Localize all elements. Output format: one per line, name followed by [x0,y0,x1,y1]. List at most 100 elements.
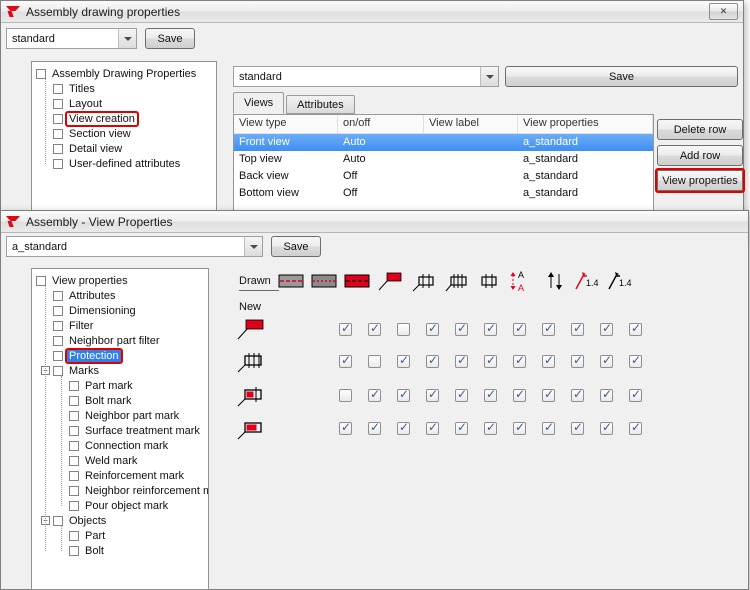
tree-item-neighbor-reinforcement-mark[interactable]: Neighbor reinforcement ma [36,483,208,498]
matrix-checkbox[interactable] [542,420,555,435]
collapse-icon[interactable]: − [41,366,50,375]
tree-checkbox[interactable] [53,515,63,526]
tree-checkbox[interactable] [69,410,79,421]
tree-item-connection-mark[interactable]: Connection mark [36,438,208,453]
matrix-checkbox[interactable] [629,387,642,402]
tree-checkbox[interactable] [69,395,79,406]
tab-attributes[interactable]: Attributes [286,95,355,114]
tree-checkbox[interactable] [69,545,79,556]
view-preset-combobox[interactable]: a_standard [6,236,263,257]
tab-views[interactable]: Views [233,92,285,114]
tree-checkbox[interactable] [69,500,79,511]
tree-checkbox[interactable] [53,305,63,316]
tree-item-bolt-mark[interactable]: Bolt mark [36,393,208,408]
tree-checkbox[interactable] [53,320,63,331]
tree-item-root[interactable]: View properties [36,273,208,288]
matrix-checkbox[interactable] [339,420,352,435]
tree-item-view-creation[interactable]: View creation [36,110,216,127]
matrix-checkbox[interactable] [339,353,352,368]
views-save-button[interactable]: Save [505,66,738,87]
matrix-checkbox[interactable] [426,353,439,368]
matrix-checkbox[interactable] [339,388,352,402]
matrix-checkbox[interactable] [513,387,526,402]
matrix-checkbox[interactable] [600,420,613,435]
matrix-checkbox[interactable] [484,420,497,435]
matrix-checkbox[interactable] [571,353,584,368]
matrix-checkbox[interactable] [600,387,613,402]
tree-checkbox[interactable] [53,350,63,361]
matrix-checkbox[interactable] [426,387,439,402]
table-row-bottom-view[interactable]: Bottom view Off a_standard [234,185,653,202]
matrix-checkbox[interactable] [571,420,584,435]
chevron-down-icon[interactable] [118,29,136,48]
tree-checkbox[interactable] [53,143,63,154]
tree-checkbox[interactable] [69,380,79,391]
matrix-checkbox[interactable] [571,387,584,402]
tree-item-titles[interactable]: Titles [36,81,216,96]
tree-checkbox[interactable] [69,530,79,541]
matrix-checkbox[interactable] [339,321,352,336]
matrix-checkbox[interactable] [397,387,410,402]
table-row-front-view[interactable]: Front view Auto a_standard [234,134,653,151]
delete-row-button[interactable]: Delete row [657,119,743,140]
tree-checkbox[interactable] [53,113,63,124]
tree-checkbox[interactable] [53,158,63,169]
matrix-checkbox[interactable] [368,420,381,435]
matrix-checkbox[interactable] [484,387,497,402]
tree-checkbox[interactable] [69,425,79,436]
matrix-checkbox[interactable] [484,321,497,336]
matrix-checkbox[interactable] [513,420,526,435]
tree-item-root[interactable]: Assembly Drawing Properties [36,66,216,81]
view-save-button[interactable]: Save [271,236,321,257]
tree-item-neighbor-part-mark[interactable]: Neighbor part mark [36,408,208,423]
tree-item-attributes[interactable]: Attributes [36,288,208,303]
tree-item-bolt[interactable]: Bolt [36,543,208,558]
tree-item-dimensioning[interactable]: Dimensioning [36,303,208,318]
view-properties-button[interactable]: View properties [655,168,745,193]
matrix-checkbox[interactable] [484,353,497,368]
matrix-checkbox[interactable] [629,353,642,368]
tree-item-section-view[interactable]: Section view [36,126,216,141]
matrix-checkbox[interactable] [368,321,381,336]
matrix-checkbox[interactable] [397,353,410,368]
matrix-checkbox[interactable] [629,321,642,336]
table-row-top-view[interactable]: Top view Auto a_standard [234,151,653,168]
matrix-checkbox[interactable] [513,321,526,336]
tree-checkbox[interactable] [53,365,63,376]
views-preset-combobox[interactable]: standard [233,66,499,87]
matrix-checkbox[interactable] [455,420,468,435]
tree-item-surface-treatment-mark[interactable]: Surface treatment mark [36,423,208,438]
matrix-checkbox[interactable] [629,420,642,435]
tree-checkbox[interactable] [53,335,63,346]
save-button[interactable]: Save [145,28,195,49]
chevron-down-icon[interactable] [244,237,262,256]
table-row-back-view[interactable]: Back view Off a_standard [234,168,653,185]
tree-item-detail-view[interactable]: Detail view [36,141,216,156]
matrix-checkbox[interactable] [600,353,613,368]
matrix-checkbox[interactable] [426,420,439,435]
tree-checkbox[interactable] [69,455,79,466]
tree-checkbox[interactable] [69,440,79,451]
tree-item-part[interactable]: Part [36,528,208,543]
tree-checkbox[interactable] [53,290,63,301]
matrix-checkbox[interactable] [571,321,584,336]
tree-item-part-mark[interactable]: Part mark [36,378,208,393]
tree-item-protection[interactable]: Protection [36,347,208,364]
collapse-icon[interactable]: − [41,516,50,525]
matrix-checkbox[interactable] [542,387,555,402]
tree-checkbox[interactable] [53,83,63,94]
tree-checkbox[interactable] [69,470,79,481]
matrix-checkbox[interactable] [368,387,381,402]
tree-item-reinforcement-mark[interactable]: Reinforcement mark [36,468,208,483]
matrix-checkbox[interactable] [455,321,468,336]
close-button[interactable]: ✕ [709,3,738,20]
matrix-checkbox[interactable] [397,420,410,435]
matrix-checkbox[interactable] [397,322,410,336]
tree-checkbox[interactable] [69,485,79,496]
tree-checkbox[interactable] [53,128,63,139]
chevron-down-icon[interactable] [480,67,498,86]
tree-item-user-defined-attributes[interactable]: User-defined attributes [36,156,216,171]
matrix-checkbox[interactable] [368,354,381,368]
matrix-checkbox[interactable] [455,387,468,402]
tree-item-filter[interactable]: Filter [36,318,208,333]
